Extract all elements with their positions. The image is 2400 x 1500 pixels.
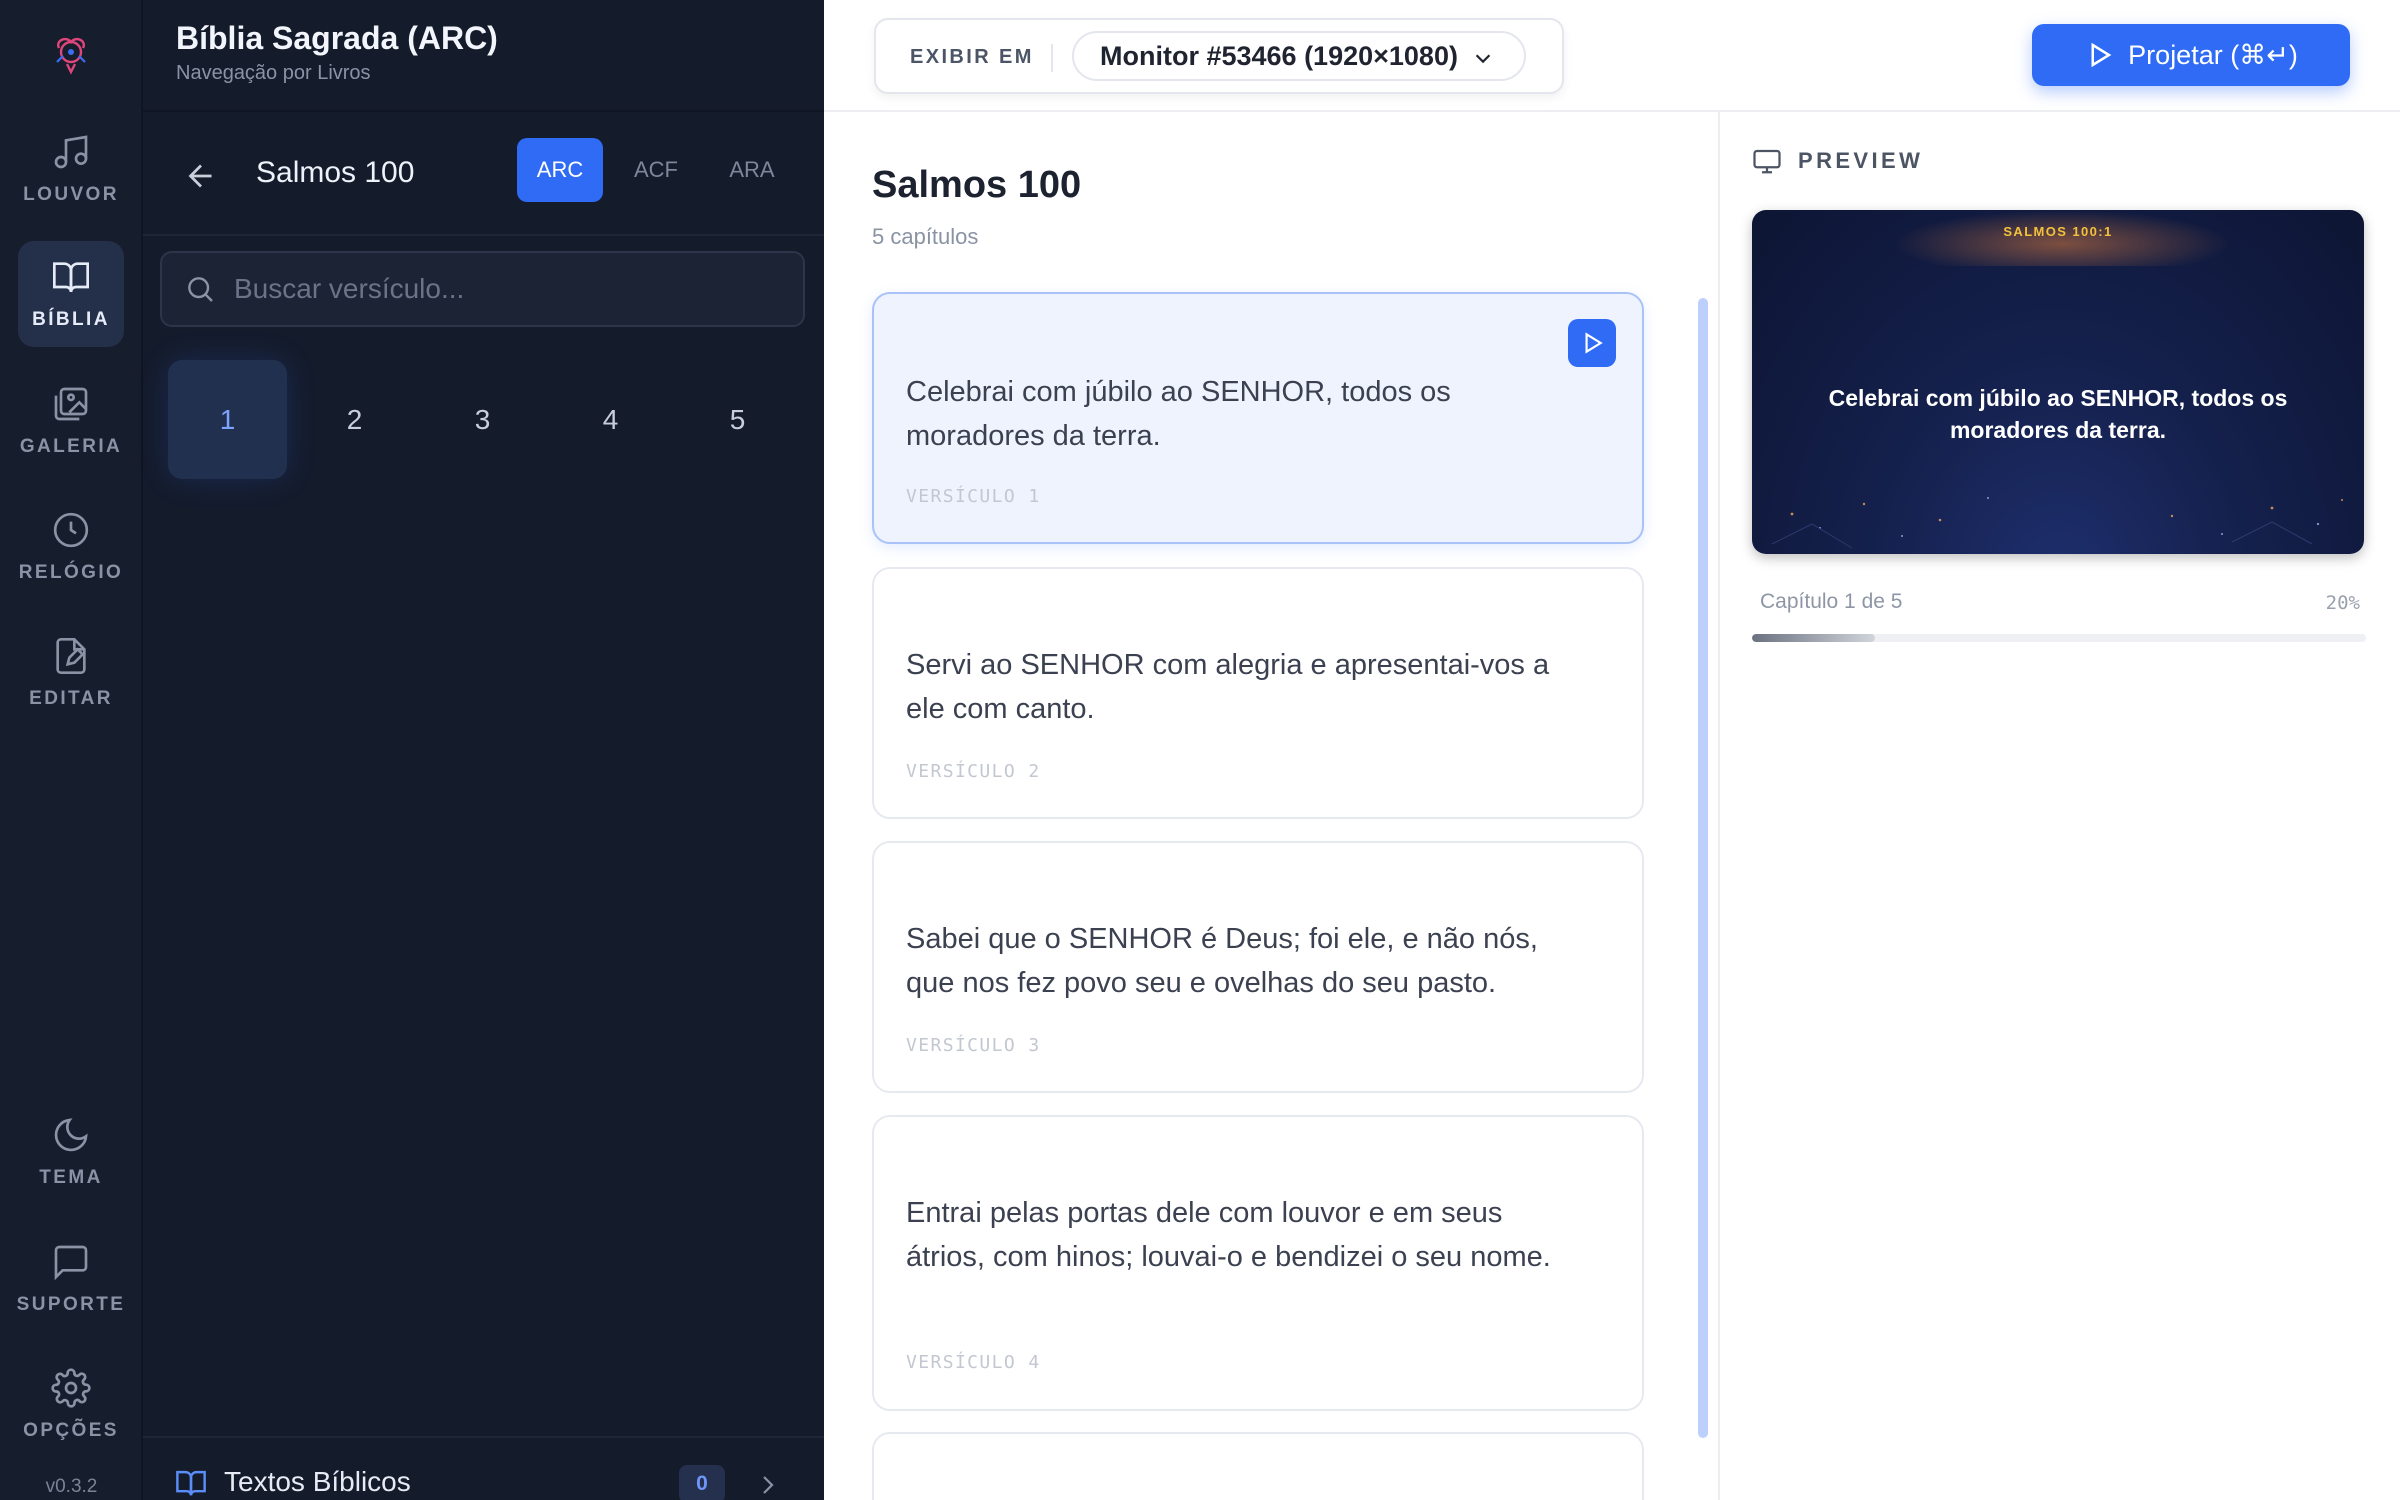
rail-label: TEMA <box>39 1167 103 1188</box>
progress-bar <box>1752 634 2366 642</box>
project-button-label: Projetar (⌘↵) <box>2128 39 2298 70</box>
chapter-button-2[interactable]: 2 <box>295 360 414 479</box>
edit-icon <box>56 638 86 674</box>
verse-search <box>160 251 805 327</box>
preview-panel: PREVIEW SALMOS 100:1 Celebrai com júbilo… <box>1720 112 2400 1500</box>
version-tab-arc[interactable]: ARC <box>517 138 603 202</box>
nav-header: Bíblia Sagrada (ARC) Navegação por Livro… <box>143 0 824 112</box>
gallery-icon <box>54 387 88 421</box>
rail-label: LOUVOR <box>23 184 119 205</box>
rail-item-suporte[interactable]: SUPORTE <box>16 1226 126 1332</box>
display-label: EXIBIR EM <box>910 46 1034 68</box>
arrow-left-icon <box>188 164 212 188</box>
play-icon <box>1585 332 1603 354</box>
icon-rail: LOUVOR BÍBLIA GALERIA RELÓGIO EDITAR TEM… <box>0 0 143 1500</box>
chapter-button-5[interactable]: 5 <box>678 360 797 479</box>
gear-icon <box>51 1368 91 1408</box>
search-icon <box>188 277 213 302</box>
book-name: Salmos 100 <box>256 156 415 189</box>
rail-label: RELÓGIO <box>18 562 124 583</box>
preview-reference: SALMOS 100:1 <box>2003 224 2113 239</box>
book-open-icon <box>53 262 89 293</box>
preview-header: PREVIEW <box>1752 146 1923 176</box>
progress-percent: 20% <box>2325 592 2360 614</box>
progress-bar-fill <box>1752 634 1875 642</box>
monitor-select-value: Monitor #53466 (1920×1080) <box>1100 40 1458 71</box>
verse-card-4[interactable]: Entrai pelas portas dele com louvor e em… <box>872 1115 1644 1411</box>
nav-title: Bíblia Sagrada (ARC) <box>176 20 498 56</box>
message-icon <box>54 1245 88 1281</box>
chapter-subtitle: 5 capítulos <box>872 224 979 249</box>
rail-item-galeria[interactable]: GALERIA <box>18 368 124 474</box>
rail-item-louvor[interactable]: LOUVOR <box>18 116 124 222</box>
back-button[interactable] <box>183 158 219 194</box>
rail-label: SUPORTE <box>16 1294 126 1315</box>
chevron-down-icon <box>1475 54 1491 64</box>
rail-item-opcoes[interactable]: OPÇÕES <box>18 1352 124 1458</box>
chapter-button-4[interactable]: 4 <box>551 360 670 479</box>
rail-label: EDITAR <box>29 688 113 709</box>
nav-subtitle: Navegação por Livros <box>176 62 371 84</box>
preview-particles <box>1771 497 2343 549</box>
display-target-box: EXIBIR EM Monitor #53466 (1920×1080) <box>874 18 1564 94</box>
biblical-texts-footer[interactable]: Textos Bíblicos 0 <box>143 1436 824 1500</box>
verse-label: VERSÍCULO 3 <box>906 1035 1041 1056</box>
play-icon <box>2091 42 2112 68</box>
book-row: Salmos 100 ARC ACF ARA <box>143 112 824 236</box>
monitor-icon <box>1753 149 1781 174</box>
verse-label: VERSÍCULO 4 <box>906 1352 1041 1373</box>
divider <box>1051 44 1053 72</box>
app-logo-icon <box>47 30 95 78</box>
verse-text: Sabei que o SENHOR é Deus; foi ele, e nã… <box>906 923 1538 999</box>
version-tab-ara[interactable]: ARA <box>709 138 795 202</box>
preview-label: PREVIEW <box>1798 148 1924 173</box>
rail-item-biblia[interactable]: BÍBLIA <box>18 241 124 347</box>
monitor-select[interactable]: Monitor #53466 (1920×1080) <box>1072 31 1526 81</box>
bible-nav-panel: Bíblia Sagrada (ARC) Navegação por Livro… <box>143 0 824 1500</box>
rail-item-tema[interactable]: TEMA <box>18 1099 124 1205</box>
verse-label: VERSÍCULO 2 <box>906 761 1041 782</box>
verse-text: Servi ao SENHOR com alegria e apresentai… <box>906 649 1550 725</box>
chevron-right-icon <box>763 1476 774 1494</box>
verse-label: VERSÍCULO 1 <box>906 486 1041 507</box>
verse-card-3[interactable]: Sabei que o SENHOR é Deus; foi ele, e nã… <box>872 841 1644 1093</box>
chapter-button-1[interactable]: 1 <box>168 360 287 479</box>
preview-screen[interactable]: SALMOS 100:1 Celebrai com júbilo ao SENH… <box>1752 210 2364 554</box>
verse-play-button[interactable] <box>1568 319 1616 367</box>
rail-label: BÍBLIA <box>32 309 110 330</box>
verse-card-2[interactable]: Servi ao SENHOR com alegria e apresentai… <box>872 567 1644 819</box>
clock-icon <box>53 512 89 548</box>
search-input[interactable] <box>234 273 794 305</box>
project-button[interactable]: Projetar (⌘↵) <box>2032 24 2350 86</box>
chapter-button-3[interactable]: 3 <box>423 360 542 479</box>
rail-item-relogio[interactable]: RELÓGIO <box>18 494 124 600</box>
preview-verse-text: Celebrai com júbilo ao SENHOR, todos os … <box>1828 385 2288 443</box>
biblical-texts-label: Textos Bíblicos <box>224 1466 411 1497</box>
progress-label: Capítulo 1 de 5 <box>1760 590 1903 613</box>
top-bar: EXIBIR EM Monitor #53466 (1920×1080) Pro… <box>824 0 2400 112</box>
moon-icon <box>54 1118 88 1152</box>
biblical-texts-count-badge: 0 <box>679 1465 725 1500</box>
verse-card-5[interactable] <box>872 1432 1644 1500</box>
verse-text: Entrai pelas portas dele com louvor e em… <box>906 1197 1551 1273</box>
verse-text: Celebrai com júbilo ao SENHOR, todos os … <box>906 376 1451 452</box>
verse-card-1[interactable]: Celebrai com júbilo ao SENHOR, todos os … <box>872 292 1644 544</box>
scrollbar[interactable] <box>1698 298 1708 1438</box>
app-version: v0.3.2 <box>45 1476 98 1497</box>
rail-label: OPÇÕES <box>23 1420 119 1441</box>
rail-label: GALERIA <box>19 436 123 457</box>
verses-column: Salmos 100 5 capítulos Celebrai com júbi… <box>824 112 1718 1500</box>
rail-item-editar[interactable]: EDITAR <box>18 620 124 726</box>
music-icon <box>54 135 88 169</box>
chapter-title: Salmos 100 <box>872 164 1082 206</box>
book-open-icon <box>176 1470 206 1496</box>
version-tab-acf[interactable]: ACF <box>613 138 699 202</box>
